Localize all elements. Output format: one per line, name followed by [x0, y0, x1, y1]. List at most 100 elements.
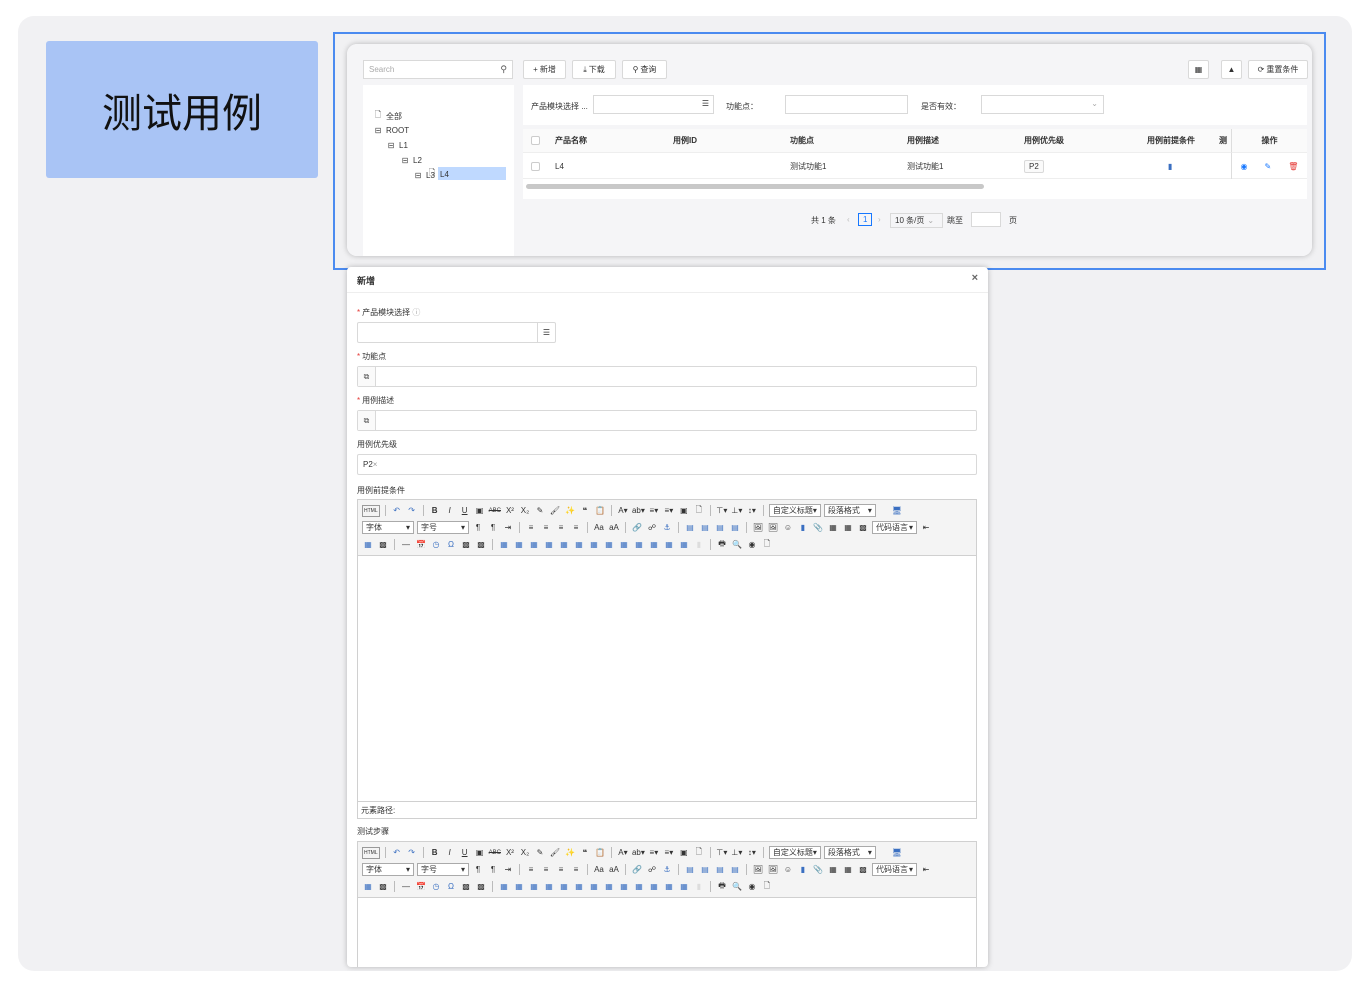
- rtl-icon[interactable]: ¶: [487, 864, 499, 876]
- paragraph-format-select[interactable]: 段落格式 ▾: [823, 846, 876, 859]
- unordered-list-icon[interactable]: ≡▾: [663, 847, 675, 859]
- wordimage-icon[interactable]: ▩: [460, 539, 472, 551]
- edit-pencil-icon[interactable]: ✎: [1265, 162, 1272, 171]
- font-family-select[interactable]: 字体 ▾: [362, 863, 414, 876]
- scrawl-icon[interactable]: ▮: [797, 522, 809, 534]
- split-cols-icon[interactable]: ▦: [678, 881, 690, 893]
- minus-square-icon[interactable]: ⊟: [374, 126, 382, 135]
- line-height-icon[interactable]: ↕▾: [746, 847, 758, 859]
- horizontal-rule-icon[interactable]: —: [400, 881, 412, 893]
- font-family-select[interactable]: 字体 ▾: [362, 521, 414, 534]
- special-chars-icon[interactable]: Ω: [445, 539, 457, 551]
- reset-button[interactable]: ⟳ 重置条件: [1248, 60, 1308, 79]
- row-checkbox[interactable]: [531, 161, 540, 171]
- merge-down-icon[interactable]: ▦: [633, 881, 645, 893]
- superscript-icon[interactable]: X²: [504, 847, 516, 859]
- row-checkbox-cell[interactable]: [531, 153, 551, 179]
- desc-input[interactable]: ⧉: [357, 410, 977, 431]
- insert-table-icon[interactable]: ▦: [498, 881, 510, 893]
- insert-row-icon[interactable]: ▦: [543, 539, 555, 551]
- insert-col-icon[interactable]: ▦: [573, 539, 585, 551]
- tree-node-l1[interactable]: ⊟ L1: [387, 138, 408, 152]
- precondition-doc-icon[interactable]: ▮: [1168, 153, 1188, 179]
- row-spacing-bottom-icon[interactable]: ⊥▾: [731, 847, 743, 859]
- minus-square-icon[interactable]: ⊟: [401, 156, 409, 165]
- simple-upload-icon[interactable]: 🖼: [752, 864, 764, 876]
- line-height-icon[interactable]: ↕▾: [746, 505, 758, 517]
- snapscreen-icon[interactable]: ▩: [475, 881, 487, 893]
- drafts-icon[interactable]: 🗋: [761, 539, 773, 551]
- wordimage-icon[interactable]: ▩: [460, 881, 472, 893]
- to-lowercase-icon[interactable]: aA: [608, 864, 620, 876]
- pager-jump-input[interactable]: [971, 212, 1001, 227]
- pager-next-icon[interactable]: ›: [878, 215, 881, 224]
- module-filter-input[interactable]: ☰: [593, 95, 714, 114]
- download-button[interactable]: ⤓ 下载: [572, 60, 616, 79]
- print-icon[interactable]: 🖶: [716, 881, 728, 893]
- chart-icon[interactable]: ▮: [693, 881, 705, 893]
- indent-icon[interactable]: ⇥: [502, 522, 514, 534]
- tree-node-all[interactable]: 🗋 全部: [374, 109, 402, 123]
- justify-icon[interactable]: ≡: [570, 522, 582, 534]
- column-settings-button[interactable]: ▦: [1188, 60, 1209, 79]
- feature-input[interactable]: ⧉: [357, 366, 977, 387]
- fullscreen-icon[interactable]: 🖥: [891, 847, 903, 859]
- emotion-icon[interactable]: ☺: [782, 522, 794, 534]
- date-icon[interactable]: 📅: [415, 539, 427, 551]
- collapse-button[interactable]: ▲: [1221, 60, 1242, 79]
- delete-table-icon[interactable]: ▦: [513, 539, 525, 551]
- clear-doc-icon[interactable]: 🗋: [693, 847, 705, 859]
- pager-current-page[interactable]: 1: [858, 213, 873, 226]
- italic-icon[interactable]: I: [444, 505, 456, 517]
- format-brush-icon[interactable]: 🖌: [549, 505, 561, 517]
- time-icon[interactable]: ◷: [430, 539, 442, 551]
- rtl-icon[interactable]: ¶: [487, 522, 499, 534]
- font-border-icon[interactable]: ▣: [474, 505, 486, 517]
- subscript-icon[interactable]: X₂: [519, 847, 531, 859]
- remove-tag-icon[interactable]: ×: [373, 460, 378, 469]
- image-right-icon[interactable]: ▤: [714, 522, 726, 534]
- undo-icon[interactable]: ↶: [391, 505, 403, 517]
- to-uppercase-icon[interactable]: Aa: [593, 522, 605, 534]
- paste-plain-icon[interactable]: 📋: [594, 505, 606, 517]
- preview-icon[interactable]: 🔍: [731, 881, 743, 893]
- font-size-select[interactable]: 字号 ▾: [417, 863, 469, 876]
- horizontal-rule-icon[interactable]: —: [400, 539, 412, 551]
- insert-frame-icon[interactable]: ▦: [362, 881, 374, 893]
- copy-icon[interactable]: ⧉: [358, 367, 376, 386]
- insert-para-before-icon[interactable]: ▦: [528, 881, 540, 893]
- delete-row-icon[interactable]: ▦: [558, 539, 570, 551]
- search-icon[interactable]: ⚲: [500, 64, 507, 75]
- help-icon[interactable]: ⓘ: [412, 308, 420, 317]
- gmap-icon[interactable]: ▦: [842, 864, 854, 876]
- pager-size-select[interactable]: 10 条/页 ⌄: [890, 213, 943, 228]
- code-language-select[interactable]: 代码语言 ▾: [872, 521, 917, 534]
- back-color-icon[interactable]: ab▾: [632, 505, 645, 517]
- auto-format-icon[interactable]: ✨: [564, 505, 576, 517]
- merge-right-icon[interactable]: ▦: [618, 539, 630, 551]
- link-icon[interactable]: 🔗: [631, 522, 643, 534]
- page-break-icon[interactable]: ⇤: [920, 864, 932, 876]
- align-center-icon[interactable]: ≡: [540, 522, 552, 534]
- special-chars-icon[interactable]: Ω: [445, 881, 457, 893]
- font-color-icon[interactable]: A▾: [617, 847, 629, 859]
- insert-code-icon[interactable]: ▩: [377, 539, 389, 551]
- insert-image-icon[interactable]: 🖼: [767, 864, 779, 876]
- image-left-icon[interactable]: ▤: [699, 522, 711, 534]
- scrawl-icon[interactable]: ▮: [797, 864, 809, 876]
- paste-plain-icon[interactable]: 📋: [594, 847, 606, 859]
- html-source-button[interactable]: HTML: [362, 504, 380, 517]
- search-replace-icon[interactable]: ◉: [746, 539, 758, 551]
- font-color-icon[interactable]: A▾: [617, 505, 629, 517]
- merge-right-icon[interactable]: ▦: [618, 881, 630, 893]
- fullscreen-icon[interactable]: 🖥: [891, 505, 903, 517]
- merge-cells-icon[interactable]: ▦: [603, 881, 615, 893]
- insert-row-icon[interactable]: ▦: [543, 881, 555, 893]
- justify-icon[interactable]: ≡: [570, 864, 582, 876]
- attachment-icon[interactable]: 📎: [812, 864, 824, 876]
- delete-trash-icon[interactable]: 🗑: [1288, 162, 1298, 171]
- split-cells-icon[interactable]: ▦: [648, 881, 660, 893]
- print-icon[interactable]: 🖶: [716, 539, 728, 551]
- drafts-icon[interactable]: 🗋: [761, 881, 773, 893]
- attachment-icon[interactable]: 📎: [812, 522, 824, 534]
